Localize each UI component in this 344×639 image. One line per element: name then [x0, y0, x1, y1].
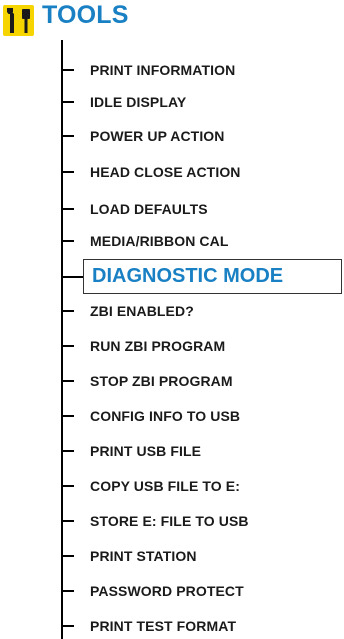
- menu-item[interactable]: POWER UP ACTION: [61, 126, 225, 146]
- branch-line: [61, 135, 74, 137]
- branch-line: [61, 276, 83, 278]
- menu-item[interactable]: PRINT STATION: [61, 546, 197, 566]
- menu-item[interactable]: MEDIA/RIBBON CAL: [61, 231, 228, 251]
- branch-line: [61, 450, 74, 452]
- menu-item-label: PASSWORD PROTECT: [90, 583, 244, 599]
- menu-item[interactable]: RUN ZBI PROGRAM: [61, 336, 225, 356]
- menu-item-label: COPY USB FILE TO E:: [90, 478, 240, 494]
- menu-item-label: IDLE DISPLAY: [90, 94, 187, 110]
- menu-title: TOOLS: [42, 1, 129, 29]
- menu-item-label: MEDIA/RIBBON CAL: [90, 233, 229, 249]
- branch-line: [61, 240, 74, 242]
- menu-item-label: HEAD CLOSE ACTION: [90, 164, 241, 180]
- menu-item-label: STORE E: FILE TO USB: [90, 513, 249, 529]
- menu-item-label: DIAGNOSTIC MODE: [92, 265, 284, 287]
- menu-item-label: PRINT TEST FORMAT: [90, 618, 237, 634]
- menu-item[interactable]: STOP ZBI PROGRAM: [61, 371, 233, 391]
- menu-item[interactable]: HEAD CLOSE ACTION: [61, 162, 241, 182]
- menu-item-label: PRINT INFORMATION: [90, 62, 236, 78]
- branch-line: [61, 590, 74, 592]
- menu-item[interactable]: PASSWORD PROTECT: [61, 581, 244, 601]
- menu-item-label: PRINT STATION: [90, 548, 197, 564]
- branch-line: [61, 625, 74, 627]
- branch-line: [61, 208, 74, 210]
- menu-item[interactable]: LOAD DEFAULTS: [61, 199, 208, 219]
- menu-item-label: PRINT USB FILE: [90, 443, 202, 459]
- branch-line: [61, 520, 74, 522]
- tools-icon: [3, 5, 34, 36]
- branch-line: [61, 380, 74, 382]
- menu-item[interactable]: PRINT INFORMATION: [61, 60, 235, 80]
- menu-item[interactable]: ZBI ENABLED?: [61, 301, 194, 321]
- branch-line: [61, 171, 74, 173]
- menu-item-label: CONFIG INFO TO USB: [90, 408, 241, 424]
- menu-item[interactable]: IDLE DISPLAY: [61, 92, 186, 112]
- menu-item[interactable]: COPY USB FILE TO E:: [61, 476, 240, 496]
- menu-item[interactable]: PRINT USB FILE: [61, 441, 201, 461]
- branch-line: [61, 69, 74, 71]
- menu-item-label: POWER UP ACTION: [90, 128, 225, 144]
- menu-item-label: LOAD DEFAULTS: [90, 201, 208, 217]
- branch-line: [61, 310, 74, 312]
- menu-item[interactable]: CONFIG INFO TO USB: [61, 406, 240, 426]
- menu-item[interactable]: STORE E: FILE TO USB: [61, 511, 249, 531]
- menu-item[interactable]: PRINT TEST FORMAT: [61, 616, 236, 636]
- menu-item-selected[interactable]: DIAGNOSTIC MODE: [83, 259, 342, 294]
- branch-line: [61, 345, 74, 347]
- branch-line: [61, 485, 74, 487]
- branch-line: [61, 101, 74, 103]
- branch-line: [61, 415, 74, 417]
- menu-item-label: ZBI ENABLED?: [90, 303, 194, 319]
- menu-item-label: STOP ZBI PROGRAM: [90, 373, 233, 389]
- branch-line: [61, 555, 74, 557]
- menu-item-label: RUN ZBI PROGRAM: [90, 338, 226, 354]
